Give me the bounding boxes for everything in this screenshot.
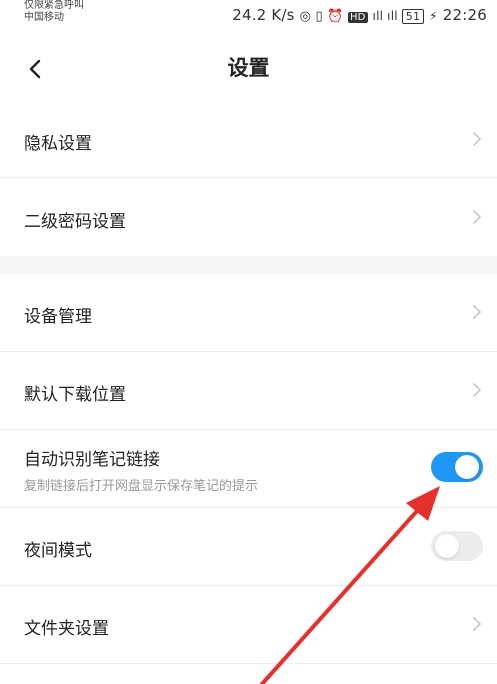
- network-speed: 24.2 K/s: [232, 6, 295, 24]
- section-divider: [0, 256, 497, 274]
- charging-icon: ⚡: [429, 9, 438, 23]
- settings-item-label: 文件夹设置: [24, 619, 109, 639]
- carrier-info: 仅限紧急呼叫 中国移动: [24, 0, 84, 24]
- settings-item-default-download-location[interactable]: 默认下载位置: [0, 352, 497, 430]
- settings-item-auto-detect-note-links: 自动识别笔记链接 复制链接后打开网盘显示保存笔记的提示: [0, 430, 497, 508]
- clock: 22:26: [442, 6, 487, 24]
- status-bar: 仅限紧急呼叫 中国移动 24.2 K/s ◎ ▯ ⏰ HD ıll ıll 51…: [0, 0, 497, 34]
- settings-item-folder-settings[interactable]: 文件夹设置: [0, 586, 497, 664]
- chevron-right-icon: [473, 617, 481, 631]
- emergency-only-label: 仅限紧急呼叫: [24, 0, 84, 11]
- hd-icon: HD: [347, 12, 368, 23]
- settings-item-description: 复制链接后打开网盘显示保存笔记的提示: [24, 479, 259, 494]
- nav-bar: 设置: [0, 38, 497, 100]
- settings-item-label: 默认下载位置: [24, 385, 126, 405]
- settings-item-label: 设备管理: [24, 307, 92, 327]
- settings-item-label: 隐私设置: [24, 134, 92, 154]
- settings-item-device-management[interactable]: 设备管理: [0, 274, 497, 352]
- battery-icon: 51: [401, 9, 425, 24]
- settings-item-night-mode: 夜间模式: [0, 508, 497, 586]
- page-title: 设置: [227, 56, 270, 80]
- chevron-right-icon: [473, 383, 481, 397]
- settings-item-label: 夜间模式: [24, 541, 92, 561]
- signal-icon: ıll ıll: [372, 9, 402, 23]
- status-indicators: 24.2 K/s ◎ ▯ ⏰ HD ıll ıll 51 ⚡ 22:26: [232, 6, 487, 24]
- chevron-right-icon: [473, 210, 481, 224]
- chevron-right-icon: [473, 132, 481, 146]
- chevron-right-icon: [473, 305, 481, 319]
- toggle-knob: [455, 455, 479, 479]
- carrier-name: 中国移动: [24, 12, 64, 23]
- toggle-knob: [435, 534, 459, 558]
- auto-detect-toggle[interactable]: [431, 452, 483, 482]
- settings-item-label: 自动识别笔记链接: [24, 450, 160, 470]
- night-mode-toggle[interactable]: [431, 531, 483, 561]
- settings-item-privacy[interactable]: 隐私设置: [0, 100, 497, 178]
- status-icons: ◎ ▯ ⏰: [299, 9, 348, 24]
- settings-item-label: 二级密码设置: [24, 212, 126, 232]
- settings-item-secondary-password[interactable]: 二级密码设置: [0, 178, 497, 256]
